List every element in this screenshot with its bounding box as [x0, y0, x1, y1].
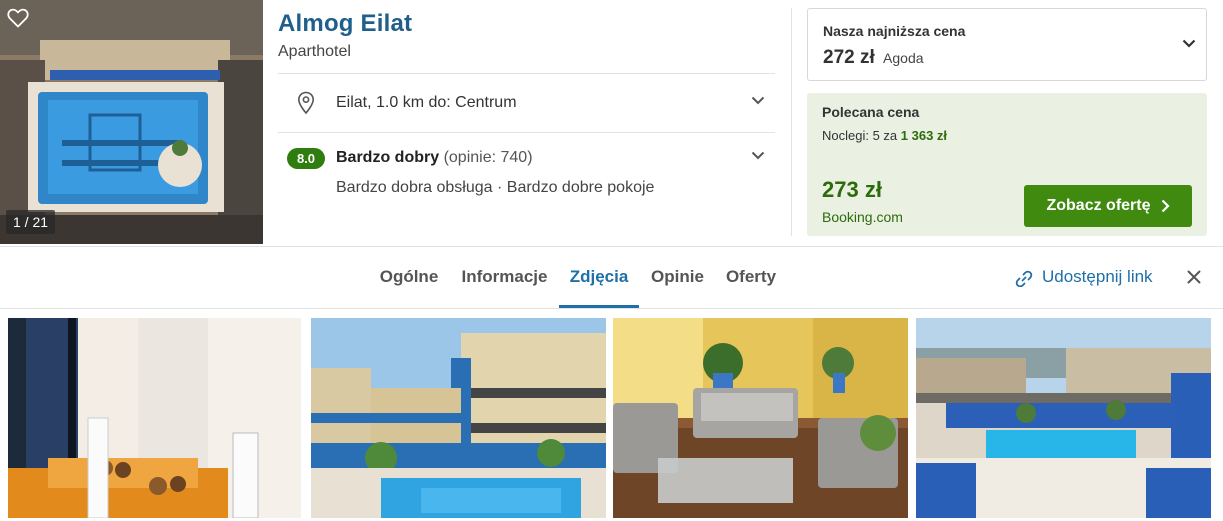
photo-counter: 1 / 21 [6, 210, 56, 234]
best-price-value: 272 zł Agoda [823, 47, 924, 69]
gallery-image [8, 318, 301, 518]
hotel-info: Almog Eilat Aparthotel Eilat, 1.0 km do:… [278, 0, 775, 196]
location-row[interactable]: Eilat, 1.0 km do: Centrum [278, 73, 775, 132]
nights-total: 1 363 zł [900, 128, 948, 143]
chevron-down-icon [1182, 39, 1196, 48]
tab-overview[interactable]: Ogólne [379, 247, 439, 308]
tab-photos[interactable]: Zdjęcia [559, 247, 639, 308]
location-text: Eilat, 1.0 km do: Centrum [336, 94, 517, 111]
recommended-provider[interactable]: Booking.com [822, 209, 903, 225]
rating-summary: Bardzo dobry (opinie: 740) [336, 149, 533, 167]
gallery-photo-lounge[interactable] [613, 318, 908, 518]
recommended-price: 273 zł [822, 177, 882, 202]
hero-photo-image [0, 0, 263, 244]
nights-prefix: Noclegi: 5 za [822, 128, 898, 143]
heart-outline-icon [7, 8, 29, 28]
column-divider [791, 8, 792, 236]
rating-highlights: Bardzo dobra obsługa · Bardzo dobre poko… [336, 179, 655, 196]
best-price-label: Nasza najniższa cena [823, 23, 966, 39]
share-link-label: Udostępnij link [1042, 267, 1153, 286]
gallery-photo-courtyard[interactable] [311, 318, 606, 518]
best-price-amount: 272 zł [823, 47, 875, 68]
favorite-button[interactable] [7, 8, 37, 38]
chevron-right-icon [1161, 199, 1170, 213]
gallery-image [916, 318, 1211, 518]
best-price-dropdown[interactable]: Nasza najniższa cena 272 zł Agoda [807, 8, 1207, 81]
view-offer-label: Zobacz ofertę [1046, 197, 1151, 214]
share-link-button[interactable]: Udostępnij link [1014, 247, 1153, 308]
tab-bar: Ogólne Informacje Zdjęcia Opinie Oferty … [0, 246, 1223, 309]
rating-score-badge: 8.0 [287, 148, 325, 169]
gallery-image [311, 318, 606, 518]
nights-summary: Noclegi: 5 za 1 363 zł [822, 128, 947, 143]
close-icon[interactable] [1186, 269, 1202, 285]
rating-row[interactable]: 8.0 Bardzo dobry (opinie: 740) Bardzo do… [278, 132, 775, 212]
tab-reviews[interactable]: Opinie [650, 247, 705, 308]
rating-word: Bardzo dobry [336, 149, 440, 166]
gallery-photo-room[interactable] [8, 318, 301, 518]
link-icon [1015, 270, 1033, 287]
tab-offers[interactable]: Oferty [725, 247, 777, 308]
best-price-provider: Agoda [883, 50, 924, 66]
chevron-down-icon[interactable] [751, 151, 765, 160]
recommended-price-card: Polecana cena Noclegi: 5 za 1 363 zł 273… [807, 93, 1207, 236]
view-offer-button[interactable]: Zobacz ofertę [1024, 185, 1192, 227]
tab-information[interactable]: Informacje [460, 247, 549, 308]
gallery-image [613, 318, 908, 518]
hotel-type: Aparthotel [278, 43, 351, 60]
hero-photo[interactable]: 1 / 21 [0, 0, 263, 244]
recommended-label: Polecana cena [822, 104, 920, 120]
chevron-down-icon[interactable] [751, 96, 765, 105]
gallery-photo-pool-view[interactable] [916, 318, 1211, 518]
location-pin-icon [297, 91, 315, 115]
photo-gallery [0, 318, 1223, 521]
hotel-name[interactable]: Almog Eilat [278, 10, 775, 38]
rating-count: (opinie: 740) [443, 149, 533, 166]
